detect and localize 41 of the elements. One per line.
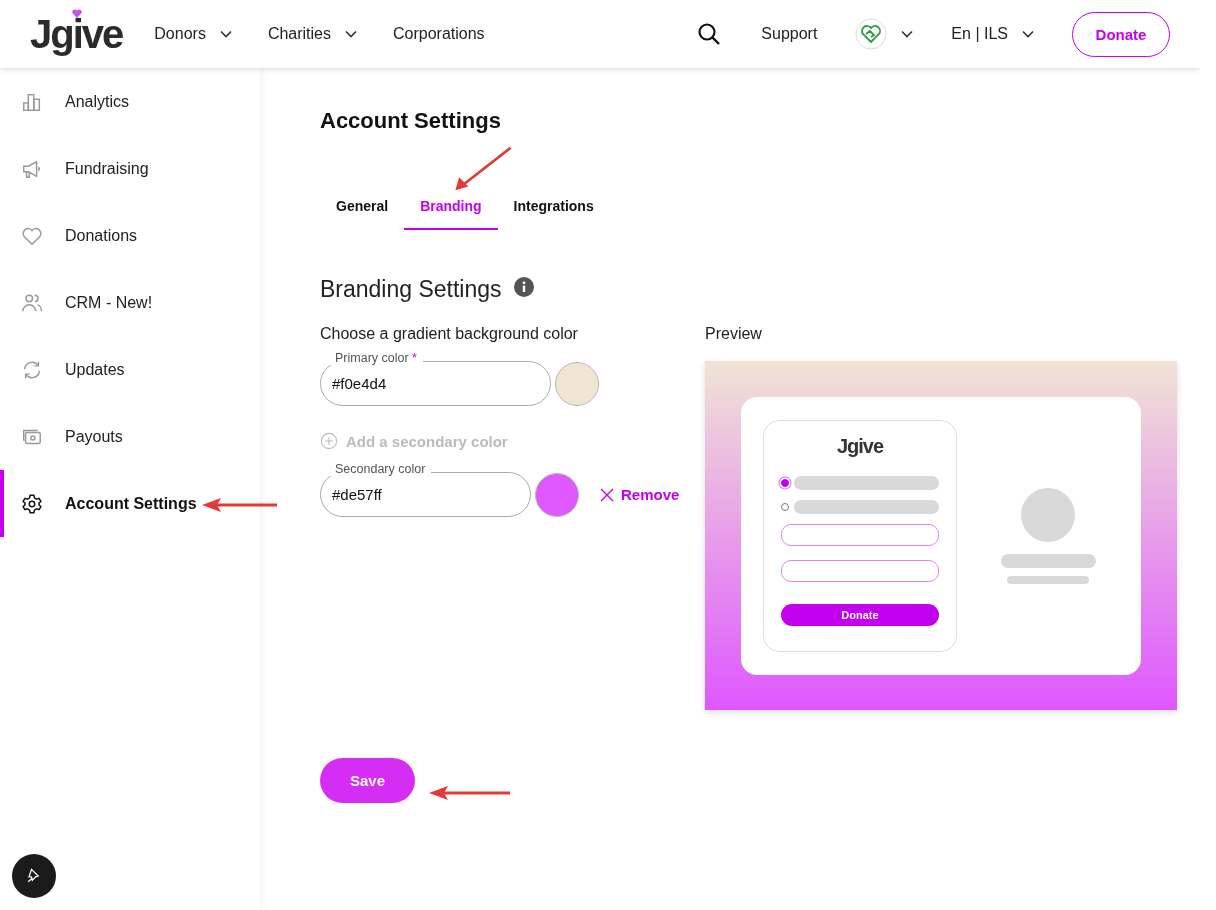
support-link[interactable]: Support: [761, 25, 818, 43]
plus-icon: [320, 432, 338, 450]
tab[interactable]: General: [320, 190, 405, 230]
search-icon[interactable]: [697, 22, 722, 46]
preview-label: Preview: [705, 325, 763, 343]
radio-icon: [781, 478, 789, 487]
chevron-icon: [345, 30, 357, 38]
sidebar-item[interactable]: Updates: [0, 336, 260, 403]
preview-logo: Jgive: [836, 434, 884, 457]
pin-button[interactable]: [12, 854, 56, 898]
sidebar-item[interactable]: CRM - New!: [0, 269, 260, 336]
field-label: Primary color *: [330, 351, 423, 365]
chevron-icon: [219, 30, 232, 38]
sidebar-item[interactable]: Donations: [0, 202, 260, 269]
save-button[interactable]: Save: [320, 758, 415, 803]
nav-link[interactable]: Charities: [267, 25, 357, 43]
sidebar-item[interactable]: Fundraising: [0, 135, 260, 202]
color-swatch[interactable]: [535, 472, 579, 517]
nav-link[interactable]: Donors: [154, 25, 232, 43]
avatar-placeholder: [1021, 487, 1075, 542]
logo[interactable]: Jgive: [30, 11, 123, 56]
subtitle: Choose a gradient background color: [320, 325, 579, 343]
chevron-icon[interactable]: [901, 30, 914, 38]
tab[interactable]: Integrations: [497, 190, 610, 230]
language-selector[interactable]: En | ILS: [951, 25, 1034, 43]
close-icon: [599, 486, 615, 503]
page-title: Account Settings: [320, 108, 502, 134]
field-label: Secondary color: [330, 462, 432, 476]
heart-icon: [72, 8, 82, 18]
sidebar-item[interactable]: Analytics: [0, 68, 260, 135]
heart-handshake-icon[interactable]: [855, 18, 888, 50]
settings-icon: [21, 492, 43, 515]
nav-link[interactable]: Corporations: [393, 25, 485, 43]
section-title: Branding Settings: [320, 276, 502, 303]
tab[interactable]: Branding: [404, 190, 498, 230]
info-icon[interactable]: [513, 276, 534, 297]
donate-button[interactable]: Donate: [1072, 11, 1170, 57]
sidebar-item[interactable]: Payouts: [0, 403, 260, 470]
remove-link[interactable]: Remove: [599, 486, 680, 503]
chevron-icon: [1022, 30, 1034, 38]
color-swatch[interactable]: [555, 361, 599, 406]
